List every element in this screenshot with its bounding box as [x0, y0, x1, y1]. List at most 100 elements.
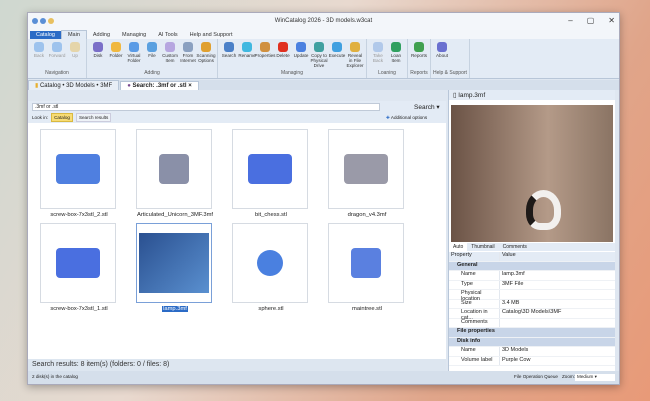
category-label: General: [457, 261, 478, 268]
file-item[interactable]: screw-box-7x3stl_1.stl: [36, 223, 122, 317]
property-category[interactable]: General: [449, 261, 615, 271]
property-name: Type: [461, 280, 473, 287]
about-button[interactable]: About: [433, 39, 451, 70]
button-label: Disk: [93, 53, 103, 58]
file-item[interactable]: lamp.3mf: [132, 223, 218, 317]
disk-button[interactable]: Disk: [89, 39, 107, 70]
file-thumbnail: [136, 129, 212, 209]
file-item[interactable]: bit_chess.stl: [228, 129, 314, 223]
forward-button[interactable]: Forward: [48, 39, 66, 70]
take-back-button[interactable]: Take Back: [369, 39, 387, 70]
rename-button[interactable]: Rename: [238, 39, 256, 70]
ribbon-tab-catalog[interactable]: Catalog: [30, 31, 61, 39]
file-name-text: screw-box-7x3stl_1.stl: [50, 306, 108, 312]
file-thumbnail: [328, 129, 404, 209]
property-value: Purple Cow: [499, 356, 615, 365]
button-label: Update: [293, 53, 309, 58]
property-column-header: Property: [451, 252, 472, 258]
loan-item-button[interactable]: Loan Item: [387, 39, 405, 70]
search-button[interactable]: Search: [220, 39, 238, 70]
virtual-folder-button[interactable]: Virtual Folder: [125, 39, 143, 70]
custom-item-button[interactable]: Custom Item: [161, 39, 179, 70]
zoom-select[interactable]: Medium ▾: [575, 374, 615, 381]
ribbon-tab-managing[interactable]: Managing: [116, 31, 152, 39]
file-name: screw-box-7x3stl_2.stl: [36, 212, 122, 218]
reports-button[interactable]: Reports: [410, 39, 428, 70]
property-category[interactable]: Disk info: [449, 337, 615, 347]
look-in-catalog[interactable]: Catalog: [51, 113, 73, 122]
maximize-button[interactable]: ▢: [587, 16, 595, 25]
file-button[interactable]: File: [143, 39, 161, 70]
reports-icon: [414, 42, 424, 52]
model-preview: [159, 154, 189, 184]
additional-options-button[interactable]: ✚ Additional options: [386, 115, 427, 121]
tab-thumbnail[interactable]: Thumbnail: [467, 243, 498, 251]
property-value: 3.4 MB: [499, 299, 615, 308]
tab-comments[interactable]: Comments: [499, 243, 531, 251]
scanning-options-button[interactable]: Scanning Options: [196, 39, 216, 70]
tab-catalog-path[interactable]: ▮ Catalog • 3D Models • 3MF: [28, 80, 120, 90]
button-label: From Internet: [180, 53, 196, 63]
property-value: 3D Models: [499, 347, 615, 356]
properties-button[interactable]: Properties: [255, 39, 275, 70]
additional-options-label: Additional options: [390, 115, 428, 120]
update-button[interactable]: Update: [292, 39, 310, 70]
tab-search[interactable]: ● Search: .3mf or .stl ×: [120, 81, 199, 90]
virtual-folder-icon: [129, 42, 139, 52]
button-label: Forward: [48, 53, 66, 58]
property-category[interactable]: File properties: [449, 328, 615, 338]
minimize-button[interactable]: –: [568, 16, 572, 25]
file-name-text: screw-box-7x3stl_2.stl: [50, 212, 108, 218]
file-icon: [147, 42, 157, 52]
button-label: Delete: [276, 53, 290, 58]
ribbon-tab-main[interactable]: Main: [60, 30, 87, 39]
button-label: Take Back: [372, 53, 384, 63]
button-label: About: [435, 53, 448, 58]
document-tabs: ▮ Catalog • 3D Models • 3MF ● Search: .3…: [28, 80, 619, 90]
copy-to-physical-drive-button[interactable]: Copy to Physical Drive: [310, 39, 328, 70]
file-name: screw-box-7x3stl_1.stl: [36, 306, 122, 312]
reveal-in-file-explorer-button[interactable]: Reveal in File Explorer: [346, 39, 364, 70]
up-button[interactable]: Up: [66, 39, 84, 70]
folder-icon: [111, 42, 121, 52]
scanning-options-icon: [201, 42, 211, 52]
button-label: Rename: [238, 53, 256, 58]
group-label: Reports: [410, 70, 428, 76]
file-item[interactable]: screw-box-7x3stl_2.stl: [36, 129, 122, 223]
ribbon-tab-help-and-support[interactable]: Help and Support: [184, 31, 239, 39]
ribbon-tab-ai-tools[interactable]: AI Tools: [152, 31, 183, 39]
property-row: Location in cat... Catalog\3D Models\3MF: [449, 309, 615, 321]
search-input[interactable]: .3mf or .stl: [32, 103, 380, 111]
file-item[interactable]: sphere.stl: [228, 223, 314, 317]
property-name: Name: [461, 347, 476, 353]
ribbon-tab-adding[interactable]: Adding: [87, 31, 116, 39]
file-operation-queue[interactable]: File Operation Queue: [514, 374, 558, 381]
folder-button[interactable]: Folder: [107, 39, 125, 70]
preview-filename: lamp.3mf: [458, 92, 486, 99]
model-preview: [344, 154, 388, 184]
close-button[interactable]: ✕: [608, 16, 615, 25]
disk-icon: [93, 42, 103, 52]
close-tab-icon[interactable]: ×: [188, 83, 192, 89]
property-value: Catalog\3D Models\3MF: [499, 309, 615, 318]
delete-button[interactable]: Delete: [274, 39, 292, 70]
group-label: Adding: [144, 70, 160, 76]
model-preview: [248, 154, 292, 184]
look-in-results[interactable]: Search results: [75, 113, 112, 122]
ribbon-group: Reports Reports: [408, 39, 431, 78]
file-item[interactable]: dragon_v4.3mf: [324, 129, 410, 223]
search-button-label: Search: [414, 104, 435, 111]
search-button[interactable]: Search ▾: [414, 103, 440, 111]
from-internet-button[interactable]: From Internet: [179, 39, 197, 70]
file-item[interactable]: maintree.stl: [324, 223, 410, 317]
back-button[interactable]: Back: [30, 39, 48, 70]
file-item[interactable]: Articulated_Unicorn_3MF.3mf: [132, 129, 218, 223]
disk-count: 2 disk(s) in the catalog: [32, 374, 78, 379]
preview-image: [451, 105, 613, 242]
execute-button[interactable]: Execute: [328, 39, 346, 70]
properties-icon: [260, 42, 270, 52]
group-label: Managing: [281, 70, 303, 76]
ribbon-group: Back Forward Up Navigation: [28, 39, 87, 78]
tab-auto[interactable]: Auto: [449, 243, 468, 251]
value-column-header: Value: [499, 252, 615, 261]
